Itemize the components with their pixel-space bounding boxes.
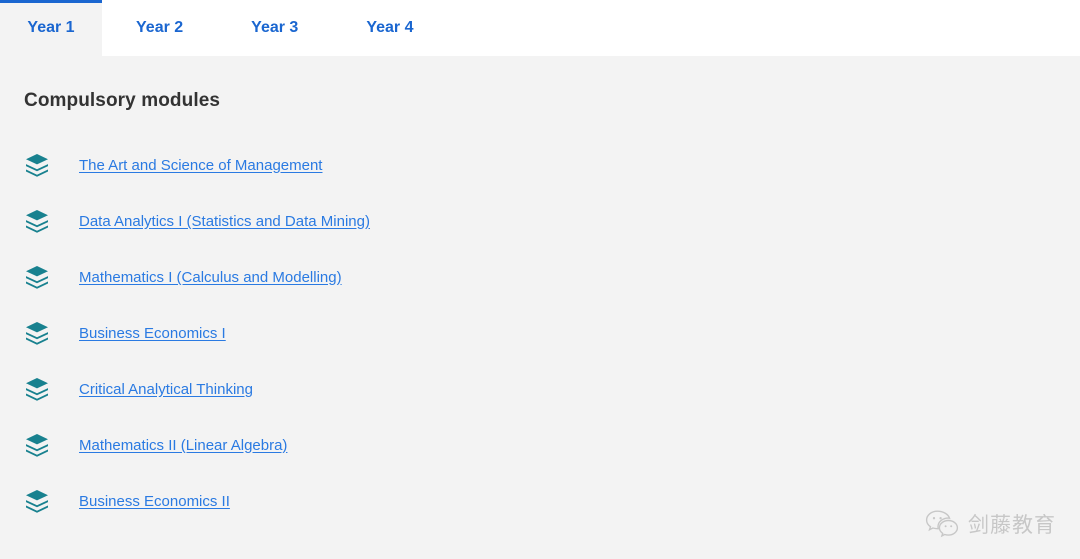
page-title: Compulsory modules [24,90,221,111]
tab-year-2[interactable]: Year 2 [102,0,217,56]
module-link[interactable]: Mathematics I (Calculus and Modelling) [79,269,342,286]
tab-year-3[interactable]: Year 3 [217,0,332,56]
list-item: Critical Analytical Thinking [24,361,1080,417]
module-link[interactable]: Business Economics I [79,325,226,342]
module-link[interactable]: Business Economics II [79,493,230,510]
layers-icon [26,210,48,233]
compulsory-module-list: The Art and Science of Management Data A… [24,137,1080,529]
layers-icon [26,266,48,289]
list-item: Mathematics I (Calculus and Modelling) [24,249,1080,305]
module-link[interactable]: Critical Analytical Thinking [79,381,253,398]
watermark: 剑藤教育 [925,509,1056,539]
list-item: Business Economics II [24,473,1080,529]
module-link[interactable]: Mathematics II (Linear Algebra) [79,437,287,454]
module-link[interactable]: The Art and Science of Management [79,157,322,174]
tab-label: Year 1 [27,19,75,36]
list-item: The Art and Science of Management [24,137,1080,193]
tab-year-4[interactable]: Year 4 [332,0,447,56]
list-item: Mathematics II (Linear Algebra) [24,417,1080,473]
layers-icon [26,490,48,513]
watermark-text: 剑藤教育 [968,513,1056,537]
tab-year-1[interactable]: Year 1 [0,0,102,56]
layers-icon [26,154,48,177]
layers-icon [26,322,48,345]
list-item: Business Economics I [24,305,1080,361]
tab-label: Year 2 [136,19,184,36]
wechat-icon [925,510,959,538]
layers-icon [26,378,48,401]
module-link[interactable]: Data Analytics I (Statistics and Data Mi… [79,213,370,230]
list-item: Data Analytics I (Statistics and Data Mi… [24,193,1080,249]
tab-label: Year 4 [366,19,414,36]
layers-icon [26,434,48,457]
year-tab-bar: Year 1 Year 2 Year 3 Year 4 [0,0,1080,56]
tab-label: Year 3 [251,19,299,36]
tab-panel-year-1: Compulsory modules The Art and Science o… [0,56,1080,559]
